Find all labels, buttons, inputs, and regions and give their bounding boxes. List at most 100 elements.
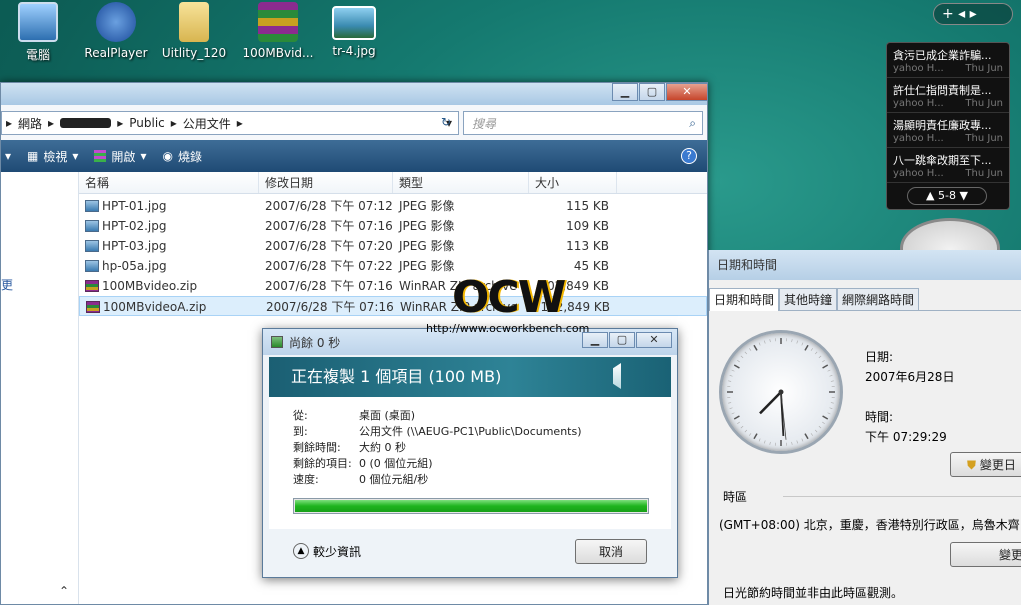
progress-fill [295,500,647,512]
maximize-icon[interactable]: ▢ [639,83,665,101]
address-bar[interactable]: ▸ 網路 ▸ ●●●●●● ▸ Public ▸ 公用文件 ▸ ▾ [1,111,459,135]
desktop-icon-computer[interactable]: 電腦 [0,0,76,63]
help-icon[interactable]: ? [681,148,697,164]
clock-tick [791,339,793,343]
copy-details: 從: 桌面 (桌面) 到: 公用文件 (\\AEUG-PC1\Public\Docu… [269,397,671,529]
burn-button[interactable]: ◉ 燒錄 [162,148,202,165]
winrar-icon [85,280,99,292]
news-item[interactable]: 湯顯明責任廉政專... yahoo H... Thu Jun [887,113,1009,148]
desktop-icon-100mbvideo[interactable]: 100MBvid... [236,0,320,60]
clock-tick [814,351,818,355]
clock-tick [796,340,798,344]
column-size[interactable]: 大小 [529,172,617,193]
burn-label: 燒錄 [177,149,202,164]
desktop-icon-tr4[interactable]: tr-4.jpg [316,0,392,58]
clock-tick [810,433,813,436]
less-info-toggle[interactable]: ▲ 較少資訊 [293,543,361,560]
breadcrumb-separator[interactable]: ▸ [117,116,123,130]
tab-internet-time[interactable]: 網際網路時間 [837,288,920,310]
breadcrumb-separator[interactable]: ▸ [48,116,54,130]
news-gadget: 貪污已成企業詐騙... yahoo H... Thu Jun 許仕仁指問責制是..… [886,42,1010,210]
clock-tick [764,440,766,444]
news-item[interactable]: 許仕仁指問責制是... yahoo H... Thu Jun [887,78,1009,113]
file-date: 2007/6/28 下午 07:16 [260,297,394,315]
explorer-titlebar[interactable] [1,83,707,105]
news-source: yahoo H... [893,63,944,74]
refresh-icon[interactable]: ↻ [435,111,457,135]
file-date-text: 2007/6/28 下午 07:12 [265,199,393,213]
breadcrumb-start-icon: ▸ [6,116,13,130]
file-row[interactable]: HPT-01.jpg 2007/6/28 下午 07:12 JPEG 影像 115 K… [79,196,707,216]
time-label: 時間: [865,410,894,424]
change-datetime-label: 變更日 [979,458,1016,472]
news-date: Thu Jun [965,133,1003,144]
change-timezone-button[interactable]: 變更 [950,542,1021,567]
folder-icon [179,2,209,42]
clock-tick [729,407,733,409]
close-icon[interactable]: ✕ [666,83,708,101]
breadcrumb-redacted[interactable]: ●●●●●● [60,118,112,128]
file-size-text: 45 KB [573,259,609,273]
explorer-toolbar: ▾ ▦ 檢視 ▾ 開啟 ▾ ◉ 燒錄 ? [1,140,707,172]
chevron-up-icon[interactable]: ⌃ [59,584,69,598]
minimize-icon[interactable]: ▁ [612,83,638,101]
views-button[interactable]: ▦ 檢視 ▾ [27,148,78,165]
clock-tick [804,433,809,440]
detail-key: 剩餘時間: [293,441,341,454]
toolbar-dropdown-icon[interactable]: ▾ [5,149,11,163]
cancel-button[interactable]: 取消 [575,538,647,564]
clock-tick [749,348,752,351]
column-date[interactable]: 修改日期 [259,172,393,193]
date-value: 2007年6月28日 [865,370,955,384]
change-datetime-button[interactable]: ⛊ 變更日 [950,452,1021,477]
column-type[interactable]: 類型 [393,172,529,193]
clock-tick [801,438,804,442]
file-row[interactable]: HPT-02.jpg 2007/6/28 下午 07:16 JPEG 影像 109 K… [79,216,707,236]
search-icon[interactable]: ⌕ [689,116,696,131]
breadcrumb-network[interactable]: 網路 [18,115,42,132]
file-row[interactable]: HPT-03.jpg 2007/6/28 下午 07:20 JPEG 影像 113 K… [79,236,707,256]
desktop-icon-utility-folder[interactable]: Uitlity_120 [156,0,232,60]
news-pager[interactable]: ▲ 5-8 ▼ [907,187,987,205]
open-button[interactable]: 開啟 ▾ [94,148,146,165]
clock-tick [822,415,829,420]
clock-tick [733,415,740,420]
file-type: JPEG 影像 [393,216,529,236]
file-name: HPT-02.jpg [79,216,259,236]
detail-key: 到: [293,425,308,438]
file-name: 100MBvideo.zip [79,276,259,296]
datetime-dialog: 日期和時間 日期和時間 其他時鐘 網際網路時間 日期: 2007年6月28日 時… [708,250,1021,605]
less-info-label: 較少資訊 [313,544,362,559]
file-type: JPEG 影像 [393,196,529,216]
detail-remaining-time: 剩餘時間: 大約 0 秒 [293,439,406,455]
clock-tick [769,441,771,445]
news-item[interactable]: 八一跳傘改期至下... yahoo H... Thu Jun [887,148,1009,183]
news-item[interactable]: 貪污已成企業詐騙... yahoo H... Thu Jun [887,43,1009,78]
clock-tick [818,355,822,359]
navigation-pane-link[interactable]: 更 [1,276,13,293]
datetime-title[interactable]: 日期和時間 [709,250,1021,280]
clock-tick [804,344,809,351]
sidebar-controls[interactable]: + ◂ ▸ [933,3,1013,25]
breadcrumb-separator[interactable]: ▸ [171,116,177,130]
breadcrumb-documents[interactable]: 公用文件 [183,115,231,132]
clock-tick [810,348,813,351]
copy-dialog-footer: ▲ 較少資訊 取消 [269,529,671,573]
winrar-icon [258,2,298,42]
clock-tick [749,433,752,436]
tab-datetime[interactable]: 日期和時間 [709,288,780,311]
breadcrumb-separator[interactable]: ▸ [237,116,243,130]
clock-tick [829,407,833,409]
clock-tick [753,433,758,440]
breadcrumb-public[interactable]: Public [129,116,165,130]
desktop-icon-realplayer[interactable]: RealPlayer [78,0,154,60]
column-name[interactable]: 名稱 [79,172,259,193]
file-date: 2007/6/28 下午 07:20 [259,236,393,256]
news-title: 湯顯明責任廉政專... [893,119,992,132]
file-name: 100MBvideoA.zip [80,297,260,315]
close-icon[interactable]: ✕ [636,332,672,348]
winrar-icon [94,150,107,162]
tab-other-clocks[interactable]: 其他時鐘 [779,288,838,310]
search-input[interactable]: 搜尋 ⌕ [463,111,703,135]
news-source: yahoo H... [893,98,944,109]
